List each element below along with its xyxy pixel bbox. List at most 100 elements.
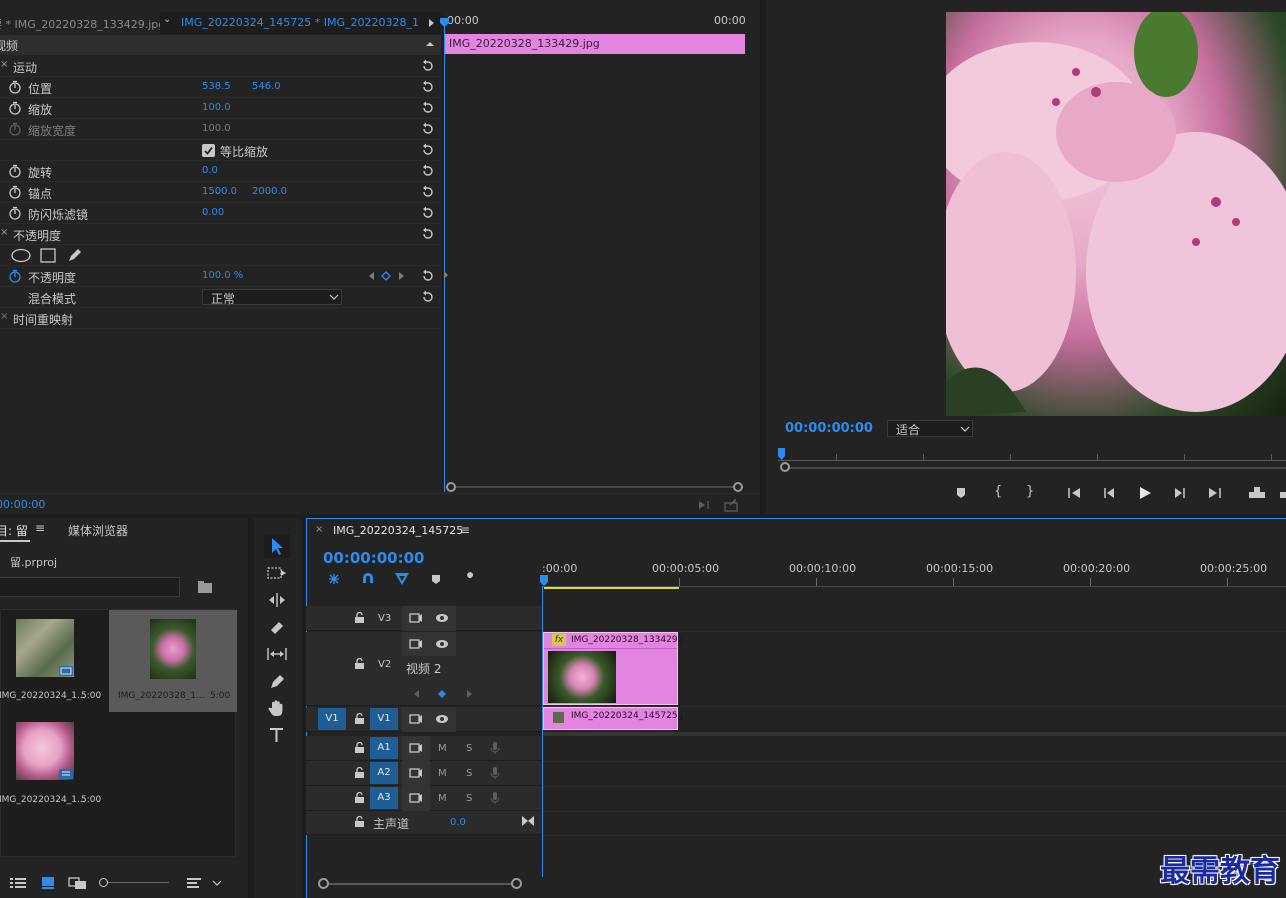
go-to-out-icon[interactable] [1205,485,1223,501]
wrench-icon[interactable] [462,571,478,587]
type-tool-icon[interactable] [266,725,288,745]
scroll-handle-right[interactable] [511,878,522,889]
clip-v1[interactable]: IMG_20220324_145725.j [543,707,683,730]
panel-menu-icon[interactable]: ≡ [35,521,45,535]
project-item[interactable]: IMG_20220324_1... 5:00 [0,714,107,816]
tab-source-clip[interactable]: 主要 * IMG_20220328_133429.jpg [0,12,160,34]
opacity-section-row[interactable]: × 不透明度 [0,224,441,245]
mark-in-icon[interactable]: { [994,484,1002,499]
rectangle-mask-icon[interactable] [40,248,56,263]
ellipse-mask-icon[interactable] [10,248,32,263]
track-target-v1[interactable]: V1 [370,708,398,730]
pen-tool-icon[interactable] [266,671,288,691]
reset-icon[interactable] [421,143,435,157]
toggle-sync-lock-icon[interactable] [409,742,423,754]
pen-mask-icon[interactable] [66,247,83,264]
go-to-in-icon[interactable] [1066,485,1084,501]
mute-button[interactable]: M [438,768,447,779]
scroll-handle-right[interactable] [733,482,743,492]
play-audio-icon[interactable] [697,498,713,512]
scroll-handle-left[interactable] [318,878,329,889]
stopwatch-icon[interactable] [8,101,22,115]
solo-button[interactable]: S [466,768,472,779]
stopwatch-icon[interactable] [8,185,22,199]
stopwatch-icon[interactable] [8,164,22,178]
timeline-timecode[interactable]: 00:00:00:00 [323,549,425,567]
toggle-sync-lock-icon[interactable] [409,767,423,779]
position-y-value[interactable]: 546.0 [252,81,281,92]
stopwatch-icon[interactable] [8,80,22,94]
solo-button[interactable]: S [466,793,472,804]
next-keyframe-icon[interactable] [398,271,406,281]
freeform-view-icon[interactable] [68,876,88,890]
reset-icon[interactable] [421,227,435,241]
selection-tool[interactable] [264,534,290,558]
reset-icon[interactable] [421,59,435,73]
export-icon[interactable] [724,498,740,512]
track-target-a2[interactable]: A2 [370,762,398,784]
opacity-value[interactable]: 100.0 % [202,270,243,281]
toggle-sync-lock-icon[interactable] [409,638,423,650]
expand-toggle-icon[interactable]: × [0,311,8,322]
track-target-a1[interactable]: A1 [370,737,398,759]
stopwatch-active-icon[interactable] [8,269,22,283]
source-patch-v1[interactable]: V1 [318,708,346,730]
reset-icon[interactable] [421,185,435,199]
program-zoom-scrollbar[interactable] [780,462,1286,474]
program-monitor-image[interactable] [946,12,1286,416]
zoom-slider[interactable] [99,878,169,888]
mini-clip-bar[interactable]: IMG_20220328_133429.jpg [444,34,745,54]
uniform-scale-checkbox[interactable] [202,144,215,157]
mini-timeline[interactable]: 00:00 00:00 IMG_20220328_133429.jpg [440,12,746,492]
anchor-x-value[interactable]: 1500.0 [202,186,237,197]
lift-icon[interactable] [1247,485,1267,501]
add-keyframe-icon[interactable] [437,689,447,699]
reset-icon[interactable] [421,269,435,283]
play-icon[interactable] [1137,484,1153,502]
blend-mode-select[interactable]: 正常 [202,289,342,306]
add-keyframe-icon[interactable] [381,271,391,281]
add-marker-icon[interactable] [430,573,442,587]
eye-icon[interactable] [434,713,450,725]
mark-out-icon[interactable]: } [1026,484,1034,499]
lock-icon[interactable] [354,767,365,779]
reset-icon[interactable] [421,206,435,220]
new-bin-icon[interactable] [197,580,213,594]
prev-keyframe-icon[interactable] [412,689,420,699]
reset-icon[interactable] [421,101,435,115]
work-area-bar[interactable] [544,587,679,589]
program-ruler[interactable] [778,448,1286,462]
project-item-selected[interactable]: IMG_20220328_1... 5:00 [109,610,237,712]
program-timecode[interactable]: 00:00:00:00 [785,421,873,436]
microphone-icon[interactable] [490,741,500,755]
expand-toggle-icon[interactable]: × [0,59,8,70]
toggle-sync-lock-icon[interactable] [409,612,423,624]
icon-view-icon[interactable] [41,876,55,890]
reset-icon[interactable] [421,290,435,304]
position-x-value[interactable]: 538.5 [202,81,231,92]
anchor-y-value[interactable]: 2000.0 [252,186,287,197]
mini-playhead-handle[interactable] [440,18,449,27]
lock-icon[interactable] [354,612,365,624]
timeline-playhead-line[interactable] [542,586,543,877]
project-search-input[interactable] [0,577,180,597]
lock-icon[interactable] [354,658,365,670]
anti-flicker-value[interactable]: 0.00 [202,207,224,218]
timeline-scrollbar[interactable] [318,878,523,890]
tab-project[interactable]: 项目: 留 [0,522,28,539]
prev-keyframe-icon[interactable] [367,271,375,281]
chevron-down-icon[interactable]: ⌄ [163,14,171,25]
ripple-edit-tool-icon[interactable] [266,590,288,610]
sequence-tab[interactable]: IMG_20220324_145725 [333,524,463,537]
scale-value[interactable]: 100.0 [202,102,231,113]
project-item[interactable]: IMG_20220324_1... 5:00 [0,610,107,712]
next-keyframe-icon[interactable] [466,689,474,699]
lock-icon[interactable] [354,792,365,804]
eye-icon[interactable] [434,638,450,650]
microphone-icon[interactable] [490,791,500,805]
fit-select[interactable]: 适合 [887,420,973,437]
reset-icon[interactable] [421,80,435,94]
reset-icon[interactable] [421,122,435,136]
scroll-handle-left[interactable] [446,482,456,492]
stopwatch-icon[interactable] [8,206,22,220]
